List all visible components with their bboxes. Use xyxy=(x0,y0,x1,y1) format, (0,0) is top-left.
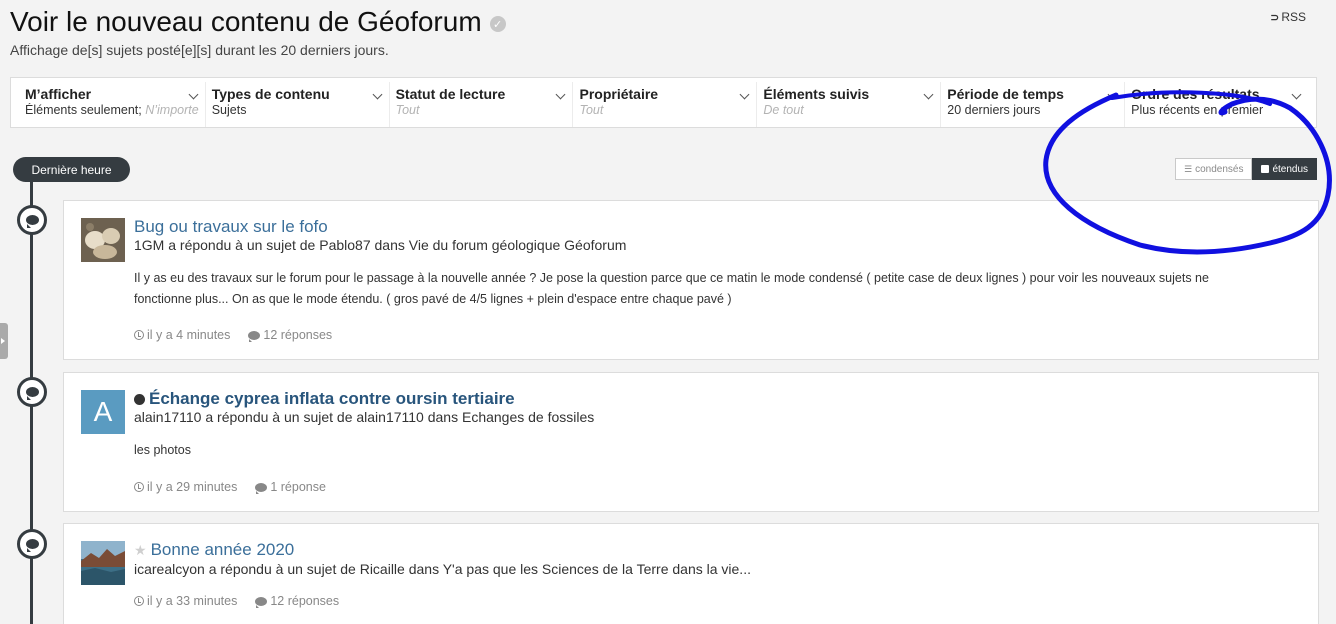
filter-value-muted: N’importe xyxy=(141,103,199,117)
filter-value: Plus récents en premier xyxy=(1131,103,1264,117)
filter-sort-order[interactable]: Ordre des résultats Plus récents en prem… xyxy=(1125,82,1308,127)
comment-icon xyxy=(248,330,261,342)
filter-value: Éléments seulement; N’importe xyxy=(25,103,199,117)
post-stats: il y a 4 minutes 12 réponses xyxy=(134,328,332,342)
post-meta: 1GM a répondu à un sujet de Pablo87 dans… xyxy=(134,237,627,253)
page-subtitle: Affichage de[s] sujets posté[e][s] duran… xyxy=(10,42,389,58)
check-circle-icon: ✓ xyxy=(489,16,506,32)
post-replies-text: 12 réponses xyxy=(270,594,340,608)
avatar[interactable] xyxy=(81,218,125,262)
clock-icon xyxy=(134,482,144,492)
filter-value: Tout xyxy=(579,103,604,117)
rss-label: RSS xyxy=(1281,10,1306,24)
timeline-comment-node xyxy=(17,377,47,407)
clock-icon xyxy=(134,330,144,340)
post-title-link[interactable]: ★ Bonne année 2020 xyxy=(134,540,294,560)
filter-label: Période de temps xyxy=(947,86,1064,102)
filter-owner[interactable]: Propriétaire Tout xyxy=(573,82,758,127)
post-time: il y a 29 minutes xyxy=(134,480,237,494)
filter-value: Tout xyxy=(395,103,420,117)
post-title-link[interactable]: Échange cyprea inflata contre oursin ter… xyxy=(134,389,515,409)
post-title-text: Bonne année 2020 xyxy=(150,540,295,559)
expanded-view-label: étendus xyxy=(1272,163,1309,175)
page-title: Voir le nouveau contenu de Géoforum ✓ xyxy=(10,6,506,38)
filter-bar: M’afficher Éléments seulement; N’importe… xyxy=(10,77,1317,128)
condensed-view-label: condensés xyxy=(1195,163,1244,175)
post-time: il y a 33 minutes xyxy=(134,594,237,608)
rss-link[interactable]: ⊃ RSS xyxy=(1270,10,1306,24)
post-snippet: Il y as eu des travaux sur le forum pour… xyxy=(134,271,1209,306)
post-title-text: Bug ou travaux sur le fofo xyxy=(134,217,328,236)
post-stats: il y a 33 minutes 12 réponses xyxy=(134,594,339,608)
activity-item: ★ Bonne année 2020 icarealcyon a répondu… xyxy=(63,523,1319,624)
rss-icon: ⊃ xyxy=(1270,11,1280,24)
filter-label: Propriétaire xyxy=(579,86,659,102)
post-replies-text: 12 réponses xyxy=(263,328,333,342)
filter-followed-items[interactable]: Éléments suivis De tout xyxy=(757,82,942,127)
post-meta: alain17110 a répondu à un sujet de alain… xyxy=(134,409,595,425)
clock-icon xyxy=(134,596,144,606)
filter-show-me[interactable]: M’afficher Éléments seulement; N’importe xyxy=(19,82,206,127)
post-snippet: les photos xyxy=(134,443,191,457)
filter-value: 20 derniers jours xyxy=(947,103,1041,117)
post-title-link[interactable]: Bug ou travaux sur le fofo xyxy=(134,217,328,237)
post-time-text: il y a 29 minutes xyxy=(147,480,238,494)
expanded-view-button[interactable]: étendus xyxy=(1252,158,1318,180)
comment-icon xyxy=(255,596,268,608)
avatar[interactable]: A xyxy=(81,390,125,434)
square-icon xyxy=(1261,165,1270,173)
post-time-text: il y a 4 minutes xyxy=(147,328,231,342)
timeline-comment-node xyxy=(17,529,47,559)
view-mode-toggle: ☰ condensés étendus xyxy=(1175,158,1318,180)
comment-icon xyxy=(25,387,39,400)
avatar[interactable] xyxy=(81,541,125,585)
filter-label: Ordre des résultats xyxy=(1131,86,1260,102)
filter-label: Statut de lecture xyxy=(395,86,506,102)
post-replies[interactable]: 12 réponses xyxy=(248,328,332,342)
page-title-text: Voir le nouveau contenu de Géoforum xyxy=(10,6,482,37)
activity-item: A Échange cyprea inflata contre oursin t… xyxy=(63,372,1319,512)
post-replies[interactable]: 12 réponses xyxy=(255,594,339,608)
filter-label: Types de contenu xyxy=(211,86,330,102)
post-replies[interactable]: 1 réponse xyxy=(255,480,326,494)
list-icon: ☰ xyxy=(1184,163,1193,174)
filter-value: De tout xyxy=(763,103,804,117)
filter-label: Éléments suivis xyxy=(763,86,870,102)
post-stats: il y a 29 minutes 1 réponse xyxy=(134,480,326,494)
star-icon: ★ xyxy=(134,541,147,558)
post-title-text: Échange cyprea inflata contre oursin ter… xyxy=(149,389,515,408)
comment-icon xyxy=(25,215,39,228)
filter-read-status[interactable]: Statut de lecture Tout xyxy=(390,82,574,127)
post-time-text: il y a 33 minutes xyxy=(147,594,238,608)
unread-dot-icon xyxy=(134,393,145,405)
filter-time-period[interactable]: Période de temps 20 derniers jours xyxy=(941,82,1126,127)
sidebar-expand-tab[interactable] xyxy=(0,323,8,359)
post-time: il y a 4 minutes xyxy=(134,328,230,342)
filter-content-type[interactable]: Types de contenu Sujets xyxy=(206,82,390,127)
post-meta: icarealcyon a répondu à un sujet de Rica… xyxy=(134,561,751,577)
condensed-view-button[interactable]: ☰ condensés xyxy=(1175,158,1253,180)
filter-label: M’afficher xyxy=(25,86,92,102)
timeline-section-label: Dernière heure xyxy=(13,157,130,182)
filter-value-main: Éléments seulement; xyxy=(25,103,142,117)
comment-icon xyxy=(25,539,39,552)
comment-icon xyxy=(255,482,268,494)
timeline-comment-node xyxy=(17,205,47,235)
post-replies-text: 1 réponse xyxy=(270,480,326,494)
filter-value: Sujets xyxy=(211,103,247,117)
activity-item: Bug ou travaux sur le fofo 1GM a répondu… xyxy=(63,200,1319,360)
